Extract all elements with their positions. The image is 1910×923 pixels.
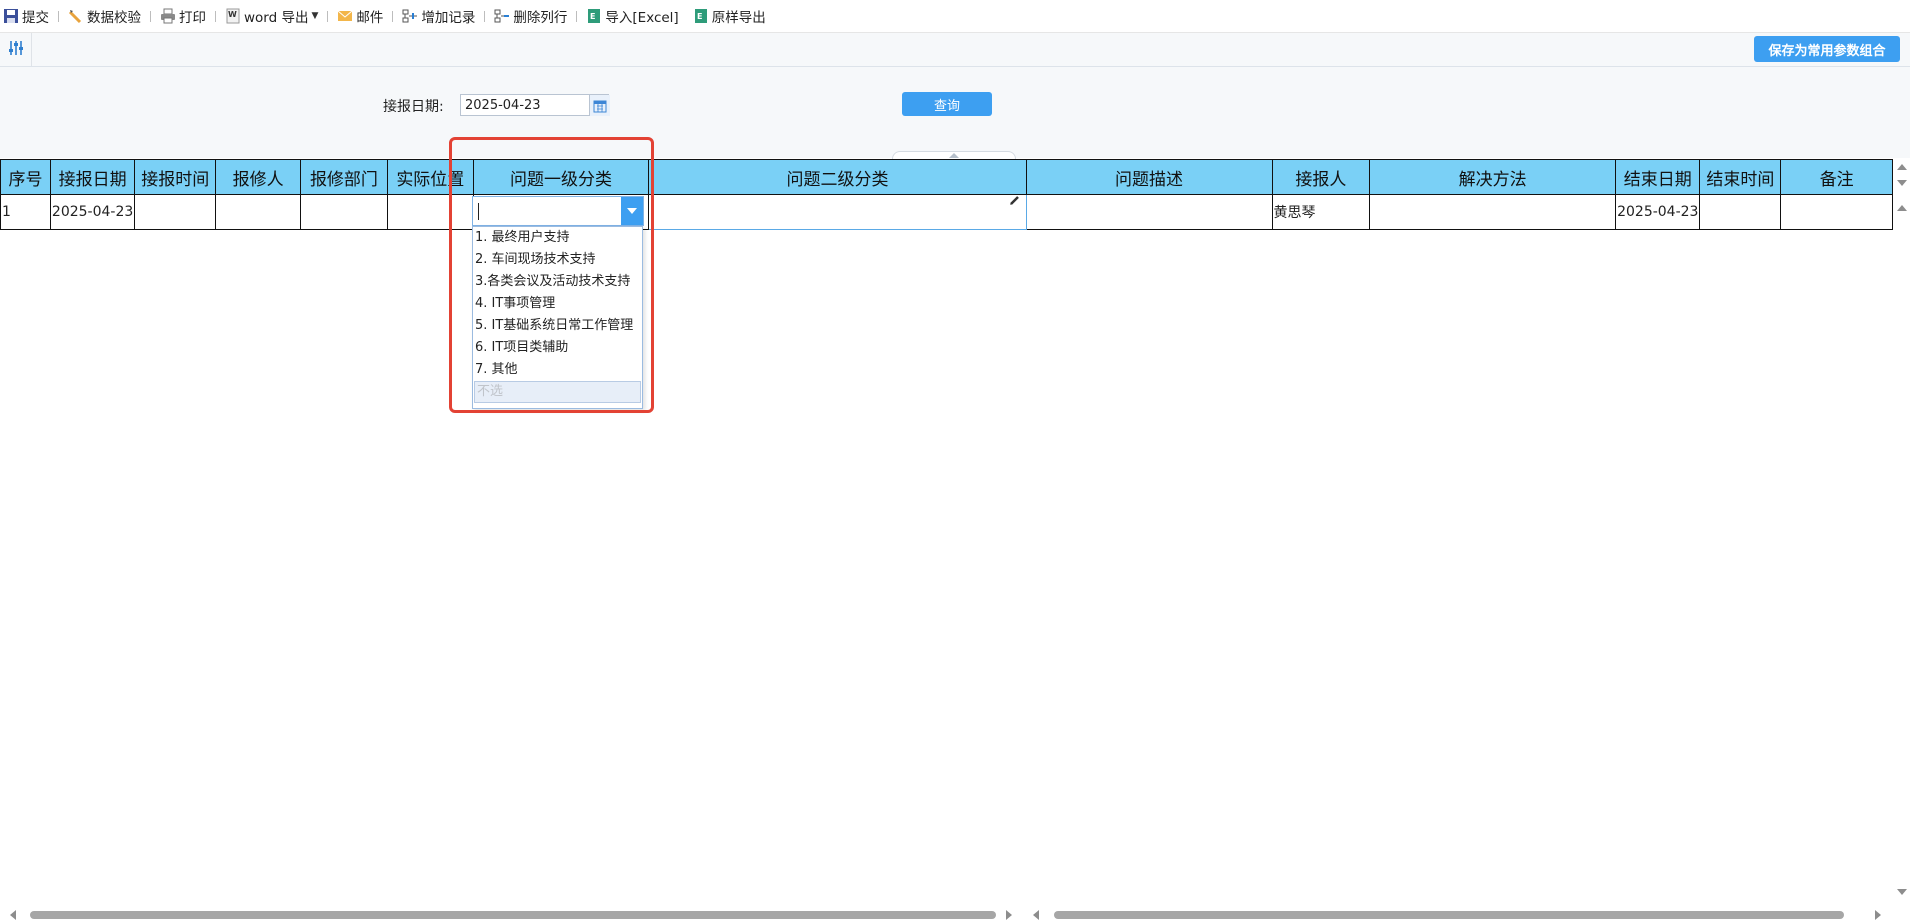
cell-report-date[interactable]: 2025-04-23 xyxy=(49,194,136,230)
cell-remark[interactable] xyxy=(1780,194,1893,230)
sliders-icon xyxy=(7,39,25,61)
submit-label: 提交 xyxy=(22,10,49,26)
word-export-button[interactable]: W word 导出 ▼ xyxy=(222,0,321,32)
edit-pencil-icon xyxy=(1009,194,1021,206)
add-record-label: 增加记录 xyxy=(421,10,476,26)
column-header-receiver: 接报人 xyxy=(1271,159,1371,195)
delete-row-icon xyxy=(494,8,510,24)
scroll-right-icon[interactable] xyxy=(1875,910,1881,920)
divider xyxy=(150,10,151,22)
delete-row-button[interactable]: 删除列行 xyxy=(491,0,570,32)
validate-label: 数据校验 xyxy=(87,10,141,26)
printer-icon xyxy=(160,8,176,24)
query-panel: 接报日期: 2025-04-23 查询 xyxy=(0,67,1910,160)
column-header-remark: 备注 xyxy=(1780,159,1893,195)
scroll-right-icon[interactable] xyxy=(1006,910,1012,920)
svg-text:W: W xyxy=(228,10,237,19)
parameter-bar: 保存为常用参数组合 xyxy=(0,33,1910,67)
print-button[interactable]: 打印 xyxy=(157,0,209,32)
import-excel-button[interactable]: E 导入[Excel] xyxy=(583,0,681,32)
report-date-input[interactable]: 2025-04-23 xyxy=(460,94,609,116)
cell-receiver[interactable]: 黄思琴 xyxy=(1271,194,1371,230)
print-label: 打印 xyxy=(179,10,206,26)
cell-end-time[interactable] xyxy=(1699,194,1782,230)
scroll-left-icon[interactable] xyxy=(1033,910,1039,920)
calendar-icon[interactable] xyxy=(589,95,610,116)
table-header: 序号 接报日期 接报时间 报修人 报修部门 实际位置 问题一级分类 问题二级分类… xyxy=(0,159,1893,195)
svg-text:E: E xyxy=(590,12,595,21)
scroll-thumb[interactable] xyxy=(30,911,996,919)
save-icon xyxy=(3,8,19,24)
column-header-reporter: 报修人 xyxy=(215,159,301,195)
filter-settings-button[interactable] xyxy=(0,33,32,66)
scroll-up-icon[interactable] xyxy=(1897,164,1907,170)
table-row: 1 2025-04-23 黄思琴 2025-04-23 xyxy=(0,194,1893,230)
word-icon: W xyxy=(225,8,241,24)
validate-button[interactable]: 数据校验 xyxy=(65,0,144,32)
cell-end-date[interactable]: 2025-04-23 xyxy=(1615,194,1701,230)
cell-solution[interactable] xyxy=(1369,194,1617,230)
report-table: 序号 接报日期 接报时间 报修人 报修部门 实际位置 问题一级分类 问题二级分类… xyxy=(0,159,1893,230)
mail-icon xyxy=(337,8,353,24)
column-header-department: 报修部门 xyxy=(300,159,388,195)
word-export-label: word 导出 xyxy=(244,10,309,26)
divider xyxy=(58,10,59,22)
cell-seq: 1 xyxy=(0,194,51,230)
column-header-end-time: 结束时间 xyxy=(1699,159,1782,195)
mail-button[interactable]: 邮件 xyxy=(334,0,386,32)
report-date-label: 接报日期: xyxy=(383,99,444,115)
scroll-up-icon[interactable] xyxy=(1897,205,1907,211)
cell-description[interactable] xyxy=(1025,194,1273,230)
column-header-category2: 问题二级分类 xyxy=(648,159,1027,195)
save-param-combo-button[interactable]: 保存为常用参数组合 xyxy=(1754,36,1900,62)
query-button[interactable]: 查询 xyxy=(902,92,992,116)
scroll-down-icon[interactable] xyxy=(1897,889,1907,895)
cell-category2[interactable] xyxy=(648,194,1027,230)
chevron-down-icon: ▼ xyxy=(311,11,319,21)
right-horizontal-scrollbar[interactable] xyxy=(1030,906,1893,923)
divider xyxy=(327,10,329,22)
delete-row-label: 删除列行 xyxy=(513,10,568,26)
divider xyxy=(576,10,578,22)
original-export-label: 原样导出 xyxy=(711,10,766,26)
scroll-left-icon[interactable] xyxy=(10,910,16,920)
mail-label: 邮件 xyxy=(356,10,384,26)
add-row-icon xyxy=(402,8,418,24)
add-record-button[interactable]: 增加记录 xyxy=(399,0,478,32)
pencil-icon xyxy=(68,8,84,24)
toolbar: 提交 数据校验 打印 W word 导出 ▼ 邮件 增加记录 删除列行 E 导入… xyxy=(0,0,1910,33)
svg-text:E: E xyxy=(697,12,702,21)
submit-button[interactable]: 提交 xyxy=(0,0,52,32)
report-grid: 序号 接报日期 接报时间 报修人 报修部门 实际位置 问题一级分类 问题二级分类… xyxy=(0,159,1893,230)
scroll-down-icon[interactable] xyxy=(1897,180,1907,186)
original-export-button[interactable]: E 原样导出 xyxy=(690,0,769,32)
vertical-scrollbar[interactable] xyxy=(1893,159,1910,899)
column-header-report-time: 接报时间 xyxy=(134,159,217,195)
cell-reporter[interactable] xyxy=(215,194,301,230)
divider xyxy=(215,10,216,22)
column-header-end-date: 结束日期 xyxy=(1615,159,1701,195)
scroll-thumb[interactable] xyxy=(1054,911,1844,919)
column-header-description: 问题描述 xyxy=(1025,159,1273,195)
divider xyxy=(484,10,486,22)
column-header-solution: 解决方法 xyxy=(1369,159,1617,195)
divider xyxy=(392,10,394,22)
left-horizontal-scrollbar[interactable] xyxy=(0,906,1020,923)
column-header-report-date: 接报日期 xyxy=(49,159,136,195)
excel-icon: E xyxy=(586,8,602,24)
cell-department[interactable] xyxy=(300,194,388,230)
import-excel-label: 导入[Excel] xyxy=(605,10,679,26)
column-header-seq: 序号 xyxy=(0,159,51,195)
excel-icon: E xyxy=(693,8,709,24)
cell-report-time[interactable] xyxy=(134,194,217,230)
highlight-box xyxy=(449,137,654,413)
